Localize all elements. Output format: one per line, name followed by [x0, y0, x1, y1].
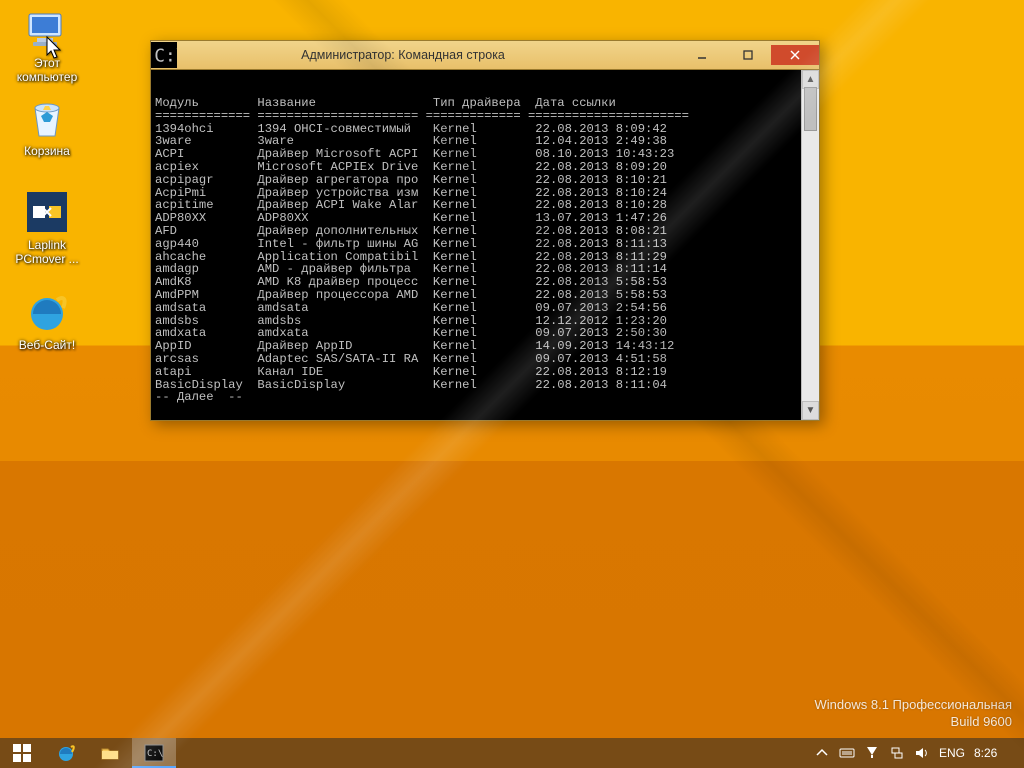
desktop-icon-laplink[interactable]: Laplink PCmover ...	[8, 188, 86, 266]
desktop[interactable]: Этот компьютер Корзина Laplink PCmover .…	[0, 0, 1024, 768]
system-tray[interactable]: ENG 8:26	[808, 738, 1024, 768]
taskbar-ie-button[interactable]	[44, 738, 88, 768]
desktop-icon-this-pc[interactable]: Этот компьютер	[8, 6, 86, 84]
taskbar-explorer-button[interactable]	[88, 738, 132, 768]
watermark: Windows 8.1 Профессиональная Build 9600	[815, 696, 1012, 730]
scroll-down-button[interactable]: ▼	[802, 401, 819, 420]
action-center-icon[interactable]	[864, 745, 880, 761]
start-button[interactable]	[0, 738, 44, 768]
minimize-button[interactable]	[679, 45, 725, 65]
vertical-scrollbar[interactable]: ▲ ▼	[801, 70, 819, 420]
keyboard-icon[interactable]	[839, 745, 855, 761]
svg-text:C:\: C:\	[147, 749, 163, 759]
tray-show-hidden-icon[interactable]	[814, 745, 830, 761]
network-icon[interactable]	[889, 745, 905, 761]
svg-text:C:\: C:\	[154, 46, 177, 67]
taskbar-cmd-button[interactable]: C:\	[132, 738, 176, 768]
cmd-icon: C:\	[144, 743, 164, 763]
window-title: Администратор: Командная строка	[177, 48, 679, 62]
desktop-icon-ie-site[interactable]: Веб-Сайт!	[8, 288, 86, 352]
folder-icon	[100, 743, 120, 763]
taskbar-clock[interactable]: 8:26	[974, 746, 1014, 760]
desktop-icon-label: Laplink PCmover ...	[8, 238, 86, 266]
maximize-button[interactable]	[725, 45, 771, 65]
cmd-window[interactable]: C:\ Администратор: Командная строка Моду…	[150, 40, 820, 421]
windows-icon	[12, 743, 32, 763]
ie-icon	[56, 743, 76, 763]
computer-icon	[23, 6, 71, 54]
taskbar[interactable]: C:\ ENG 8:26	[0, 738, 1024, 768]
volume-icon[interactable]	[914, 745, 930, 761]
terminal-output: Модуль Название Тип драйвера Дата ссылки…	[151, 82, 801, 408]
desktop-icon-recycle-bin[interactable]: Корзина	[8, 94, 86, 158]
cmd-icon: C:\	[151, 42, 177, 68]
desktop-icon-label: Этот компьютер	[8, 56, 86, 84]
laplink-icon	[23, 188, 71, 236]
titlebar[interactable]: C:\ Администратор: Командная строка	[151, 41, 819, 70]
scrollbar-track[interactable]	[802, 87, 819, 403]
desktop-icon-label: Веб-Сайт!	[8, 338, 86, 352]
ie-icon	[23, 288, 71, 336]
close-button[interactable]	[771, 45, 819, 65]
desktop-icon-label: Корзина	[8, 144, 86, 158]
language-indicator[interactable]: ENG	[939, 746, 965, 760]
scrollbar-thumb[interactable]	[804, 87, 817, 131]
recycle-bin-icon	[23, 94, 71, 142]
